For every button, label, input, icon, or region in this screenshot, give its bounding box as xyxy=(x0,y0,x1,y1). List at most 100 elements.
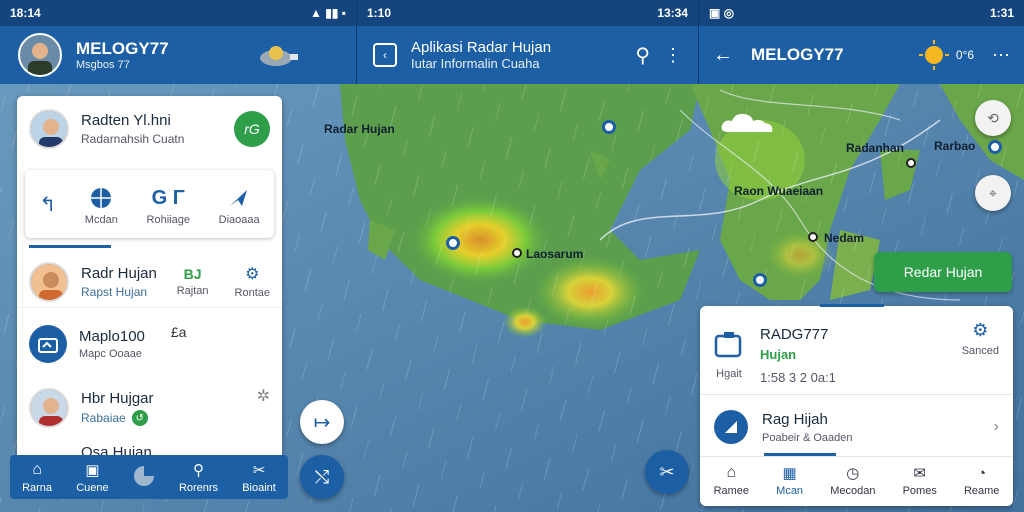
profile-name: Radten Yl.hni xyxy=(81,112,171,129)
nav-label: Bioaint xyxy=(242,481,276,494)
more-vertical-icon[interactable]: ⋮ xyxy=(664,45,682,66)
detail-time: 1:58 3 2 0a:1 xyxy=(760,369,836,385)
page-subtitle: Iutar Informalin Cuaha xyxy=(411,56,540,71)
chat-icon: ▣ xyxy=(85,461,100,479)
list-item-subtitle: Rabaiae xyxy=(81,411,126,425)
city-dot-icon[interactable] xyxy=(808,232,818,242)
locate-button[interactable]: ⌖ xyxy=(975,175,1011,211)
cloud-icon xyxy=(721,113,773,132)
nav-label: Ramee xyxy=(713,485,750,497)
nav-label: Pomes xyxy=(902,485,937,497)
list-item-title: Hbr Hujgar xyxy=(81,390,154,407)
nav-map[interactable]: ▦ Mcan xyxy=(776,464,803,497)
play-icon xyxy=(714,410,748,444)
app-title: MELOGY77 xyxy=(751,45,844,64)
nav-label: Mcan xyxy=(776,485,804,497)
nav-clock[interactable]: ◷ Mecodan xyxy=(830,464,875,497)
location-pin-icon[interactable] xyxy=(602,120,616,134)
list-item-badge: BJ xyxy=(183,266,202,282)
detail-card: Hgait RADG777 Hujan 1:58 3 2 0a:1 ⚙ Sanc… xyxy=(700,304,1013,506)
list-item-badge-sub: Rajtan xyxy=(176,285,209,297)
nav-label: Rorenrs xyxy=(178,481,219,494)
list-item[interactable]: Rag Hijah Poabeir & Oaaden › xyxy=(700,402,1013,452)
list-item-action-label: Rontae xyxy=(234,287,270,299)
shortcut-directions[interactable]: Diaoaaa xyxy=(219,186,260,226)
clock-icon: ◷ xyxy=(846,465,860,482)
list-item-action[interactable]: ⚙ Rontae xyxy=(235,264,270,299)
pie-icon xyxy=(133,465,154,486)
detail-action-label: Sanced xyxy=(961,345,999,357)
status-icons: ▣ ◎ xyxy=(709,6,735,20)
map-icon: ▦ xyxy=(782,465,797,482)
profile-row[interactable]: Radten Yl.hni Radarnahsih Cuatn rG xyxy=(17,106,282,152)
nav-chat[interactable]: ✉ Pomes xyxy=(903,464,937,497)
nav-tools[interactable]: ✂ Bioaint xyxy=(242,461,276,494)
city-dot-icon[interactable] xyxy=(906,158,916,168)
satellite-icon[interactable] xyxy=(256,40,298,70)
chevron-right-icon[interactable]: › xyxy=(994,418,999,436)
location-pin-icon[interactable] xyxy=(753,273,767,287)
route-icon: ⟲ xyxy=(987,109,999,126)
location-pin-icon[interactable] xyxy=(446,236,460,250)
list-item-title: Radr Hujan xyxy=(81,264,157,282)
detail-action[interactable]: ⚙ Sanced xyxy=(962,320,999,357)
back-arrow-icon[interactable]: ← xyxy=(713,44,733,67)
g-icon: G Γ xyxy=(151,186,185,209)
bottom-nav: ⌂ Ramee ▦ Mcan ◷ Mecodan ✉ Pomes ◔ Reame xyxy=(700,456,1013,504)
map-tool-button[interactable]: ⟲ xyxy=(975,100,1011,136)
nav-pie[interactable] xyxy=(133,465,155,490)
nav-label: Mecodan xyxy=(830,485,876,497)
nav-compass[interactable]: ◔ Reame xyxy=(964,465,999,497)
sheet-handle[interactable] xyxy=(820,304,884,307)
compass-icon: ◔ xyxy=(977,464,987,482)
list-item[interactable]: Maplo100 Mapc Ooaae £a xyxy=(17,318,282,370)
list-item-subtitle: Rapst Hujan xyxy=(81,284,148,299)
list-item[interactable]: Radr Hujan Rapst Hujan BJ Rajtan ⚙ Ronta… xyxy=(17,256,282,308)
app-subtitle: Msgbos 77 xyxy=(76,59,130,71)
more-horizontal-icon[interactable]: ⋯ xyxy=(992,45,1010,66)
shortcut-share[interactable]: ↰ xyxy=(39,192,56,221)
nav-home[interactable]: ⌂ Ramee xyxy=(714,464,749,497)
status-icon: ↺ xyxy=(131,410,148,426)
home-icon: ⌂ xyxy=(726,464,737,481)
weather-readout: 0°6 xyxy=(955,48,974,62)
avatar[interactable] xyxy=(29,109,69,149)
nav-home[interactable]: ⌂ Rarna xyxy=(22,461,52,494)
avatar[interactable] xyxy=(18,33,62,77)
nav-chat[interactable]: ▣ Cuene xyxy=(76,461,108,494)
location-pin-icon[interactable] xyxy=(988,140,1002,154)
app-title: MELOGY77 xyxy=(76,39,169,58)
share-icon: ↰ xyxy=(39,193,57,216)
arrow-right-icon: ↦ xyxy=(313,411,331,434)
detail-title: RADG777 xyxy=(760,325,829,343)
tab-indicator xyxy=(29,245,111,248)
tools-button[interactable]: ✂ xyxy=(645,450,689,494)
avatar xyxy=(29,261,69,302)
share-button[interactable]: ⤭ xyxy=(300,455,344,499)
status-bar: ▣ ◎ 1:31 xyxy=(698,0,1024,26)
radar-badge[interactable]: rG xyxy=(234,111,270,147)
list-item-badge: £a xyxy=(170,324,187,340)
locate-icon: ⌖ xyxy=(989,184,997,201)
status-time: 18:14 xyxy=(10,6,41,20)
shortcut-routes[interactable]: G Γ Rohiiage xyxy=(147,187,190,226)
nav-search[interactable]: ⚲ Rorenrs xyxy=(179,461,218,494)
left-panel-card: Radten Yl.hni Radarnahsih Cuatn rG ↰ Mcd… xyxy=(17,96,282,468)
expand-button[interactable]: ↦ xyxy=(300,400,344,444)
radar-hujan-button[interactable]: Redar Hujan xyxy=(874,252,1012,292)
app-bar: MELOGY77 Msgbos 77 xyxy=(0,26,356,84)
search-icon[interactable]: ⚲ xyxy=(635,43,650,68)
back-icon[interactable]: ‹ xyxy=(373,43,397,67)
chat-icon: ✉ xyxy=(913,465,926,482)
tools-icon: ✂ xyxy=(252,461,266,479)
list-item[interactable]: Hbr Hujgar Rabaiae ↺ ✲ xyxy=(17,382,282,434)
city-dot-icon[interactable] xyxy=(512,248,522,258)
shortcut-label: Mcdan xyxy=(84,214,118,226)
shortcut-globe[interactable]: Mcdan xyxy=(85,186,118,226)
map-label: Nedam xyxy=(824,231,865,245)
nav-label: Rarna xyxy=(22,481,53,494)
app-bar: ‹ Aplikasi Radar Hujan Iutar Informalin … xyxy=(356,26,698,84)
nav-arrow-icon xyxy=(230,190,248,206)
avatar xyxy=(29,388,69,428)
settings-icon[interactable]: ✲ xyxy=(257,386,270,406)
